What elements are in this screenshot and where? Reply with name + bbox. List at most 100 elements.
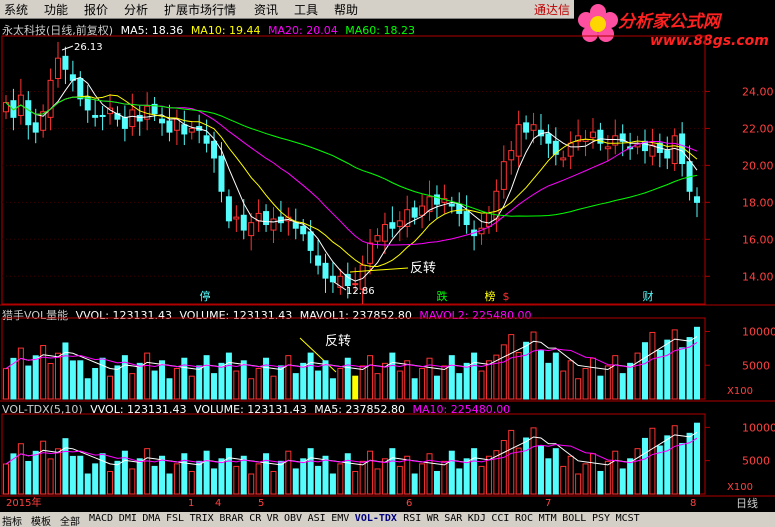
volume-bar [560, 370, 567, 400]
indicator-tab[interactable]: KDJ [468, 513, 486, 524]
volume-bar [441, 365, 448, 400]
y-tick-label: 22.00 [742, 122, 774, 135]
volume-bar [523, 437, 530, 495]
volume-bar [159, 360, 166, 400]
candle-body [485, 212, 492, 227]
volume-bar [471, 448, 478, 495]
volume-bar [567, 360, 574, 400]
volume-bar [107, 470, 114, 495]
indicator-tab[interactable]: 全部 [60, 513, 80, 527]
volume-bar [32, 355, 39, 400]
candle-body [121, 116, 128, 129]
candle-body [270, 218, 277, 231]
volume-bar [188, 470, 195, 495]
volume-bar [166, 378, 173, 400]
candle-body [664, 150, 671, 159]
volume-bar [448, 450, 455, 495]
candle-body [448, 203, 455, 207]
indicator-tab[interactable]: BOLL [562, 513, 586, 524]
volume-bar [62, 342, 69, 400]
candle-body [367, 242, 374, 264]
indicator-tab[interactable]: VR [267, 513, 279, 524]
volume-bar [545, 458, 552, 495]
stock-chart-window: 系统 功能 报价 分析 扩展市场行情 资讯 工具 帮助 通达信 永太科技(日线,… [0, 0, 775, 527]
volume-bar [307, 448, 314, 495]
volume-bar [441, 460, 448, 495]
candle-body [411, 207, 418, 218]
volume-bar [166, 473, 173, 495]
event-marker: 跌 [437, 289, 448, 303]
volume-bar [292, 373, 299, 400]
indicator-tab[interactable]: 指标 [2, 513, 22, 527]
volume-bar [456, 373, 463, 400]
volume-bar [344, 357, 351, 400]
volume-bar [589, 453, 596, 495]
candle-body [515, 124, 522, 157]
volume-bar [537, 445, 544, 495]
indicator-tab[interactable]: BRAR [219, 513, 243, 524]
candle-body [173, 118, 180, 131]
indicator-tab[interactable]: MCST [616, 513, 640, 524]
candle-body [263, 211, 270, 226]
indicator-tab[interactable]: PSY [592, 513, 610, 524]
indicator-tab[interactable]: CR [249, 513, 261, 524]
volume-bar [69, 360, 76, 400]
candle-body [77, 78, 84, 100]
volume-bar [196, 365, 203, 400]
volume-bar [478, 370, 485, 400]
candle-body [233, 216, 240, 220]
volume-bar [367, 450, 374, 495]
candle-body [47, 79, 54, 118]
volume-bar [307, 352, 314, 400]
candle-body [567, 142, 574, 157]
reversal-label: 反转 [410, 261, 436, 276]
indicator-tab[interactable]: VOL-TDX [355, 513, 397, 524]
indicator-tab[interactable]: RSI [403, 513, 421, 524]
candle-body [463, 211, 470, 226]
volume-bar [352, 470, 359, 495]
volume-bar [679, 442, 686, 495]
volume-bar [240, 455, 247, 495]
reversal-volume-label: 反转 [325, 334, 351, 349]
indicator-tab[interactable]: 模板 [31, 513, 51, 527]
indicator-tab[interactable]: MACD [89, 513, 113, 524]
candle-body [560, 157, 567, 161]
indicator-tab[interactable]: SAR [444, 513, 462, 524]
indicator-tab[interactable]: ROC [515, 513, 533, 524]
volume-bar [129, 468, 136, 495]
volume-bar [404, 455, 411, 495]
high-pointer [61, 45, 74, 51]
volume-bar [582, 463, 589, 495]
volume-bar [233, 370, 240, 400]
candle-body [218, 155, 225, 192]
volume-bar [500, 440, 507, 495]
indicator-tab[interactable]: WR [427, 513, 439, 524]
volume-bar [277, 365, 284, 400]
indicator-tab[interactable]: ASI [308, 513, 326, 524]
candle-body [508, 150, 515, 161]
candle-body [329, 275, 336, 283]
volume-bar [664, 435, 671, 495]
x-axis-label: 2015年 [6, 496, 41, 509]
candle-body [92, 114, 99, 118]
event-marker: 停 [200, 289, 211, 303]
indicator-tab[interactable]: OBV [284, 513, 302, 524]
volume-bar [270, 470, 277, 495]
indicator-tab[interactable]: EMV [331, 513, 349, 524]
volume-bar [329, 378, 336, 400]
indicator-tab[interactable]: FSL [166, 513, 184, 524]
indicator-tab[interactable]: CCI [491, 513, 509, 524]
indicator-tab[interactable]: DMA [142, 513, 160, 524]
volume-bar [612, 355, 619, 400]
indicator-tab[interactable]: DMI [119, 513, 137, 524]
indicator-tab[interactable]: TRIX [190, 513, 214, 524]
volume-bar [225, 448, 232, 495]
volume-bar [40, 440, 47, 495]
volume-bar [55, 352, 62, 400]
volume-bar [456, 468, 463, 495]
volume-bar [664, 339, 671, 400]
volume-bar [77, 455, 84, 495]
indicator-tab[interactable]: MTM [539, 513, 557, 524]
candle-body [225, 196, 232, 222]
volume-bar [582, 367, 589, 400]
